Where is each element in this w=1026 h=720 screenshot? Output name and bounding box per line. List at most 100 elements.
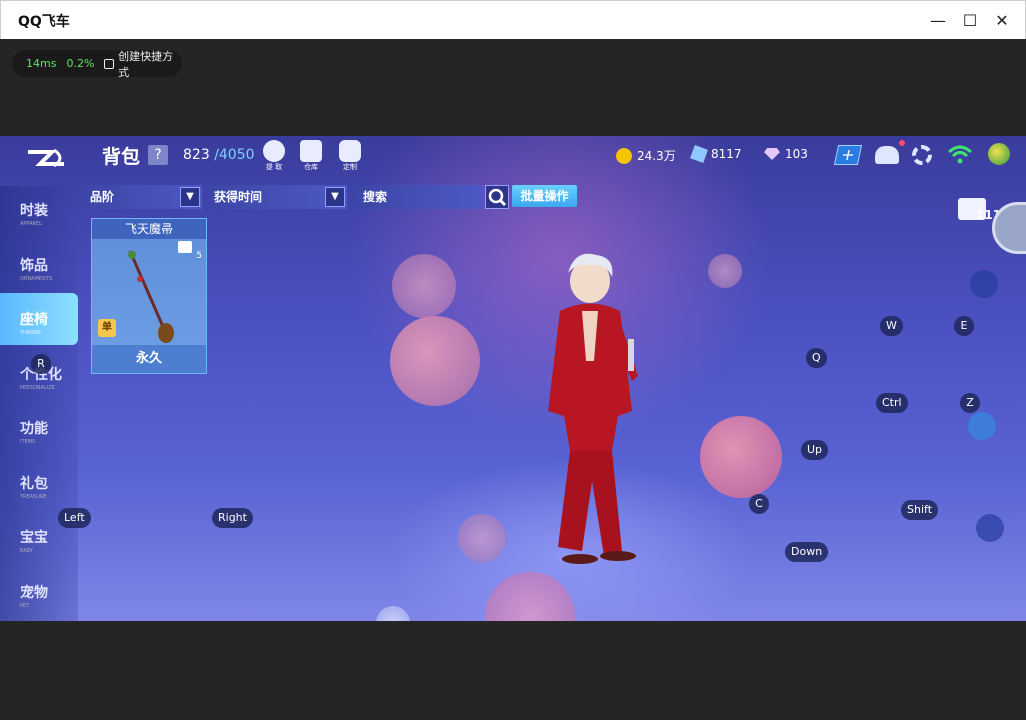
capacity-max: /4050 xyxy=(214,147,255,163)
bg-bubble xyxy=(708,254,742,288)
item-card[interactable]: 飞天魔帚 5 单 永久 xyxy=(91,218,207,374)
help-button[interactable]: ? xyxy=(148,145,168,165)
page-title: 背包 xyxy=(102,146,141,168)
warehouse-button[interactable]: 仓库 xyxy=(297,140,325,172)
coin-icon xyxy=(616,147,632,164)
bottom-letterbox xyxy=(0,621,1026,720)
chevron-down-icon: ▼ xyxy=(180,187,200,207)
extract-label: 提 取 xyxy=(265,163,283,171)
customize-label: 定制 xyxy=(343,163,357,171)
sidebar-item-label: 宠物 xyxy=(20,585,48,601)
search-icon xyxy=(488,188,507,207)
sidebar-item-label: 饰品 xyxy=(20,258,48,274)
item-level: 5 xyxy=(196,251,202,261)
sidebar-item-treasure[interactable]: 礼包 TREASURE xyxy=(20,473,80,500)
coupon-icon xyxy=(690,145,708,163)
batch-operation-button[interactable]: 批量操作 xyxy=(512,185,577,207)
broom-icon xyxy=(128,250,174,343)
key-hint-shift: Shift xyxy=(901,500,939,520)
key-hint-r: R xyxy=(31,354,51,374)
chevron-down-icon: ▼ xyxy=(325,187,345,207)
key-hint-down: Down xyxy=(785,542,829,562)
gear-icon[interactable] xyxy=(912,145,932,165)
key-hint-right: Right xyxy=(212,508,253,528)
sidebar-item-sublabel: THRONE xyxy=(20,330,42,336)
item-name: 飞天魔帚 xyxy=(92,219,206,239)
friends-icon[interactable] xyxy=(875,146,899,164)
sidebar-item-sublabel: PET xyxy=(20,603,30,609)
key-hint-c: C xyxy=(749,494,769,514)
shirt-icon xyxy=(178,241,192,253)
key-hint-z: Z xyxy=(960,393,980,413)
create-shortcut-button[interactable]: 创建快捷方式 xyxy=(104,48,182,80)
bg-bubble xyxy=(392,254,456,318)
effect-button[interactable] xyxy=(968,412,996,440)
window-title: QQ飞车 xyxy=(18,14,70,30)
customize-button[interactable]: 定制 xyxy=(336,140,364,172)
outfit-counter[interactable]: 111 xyxy=(958,196,1001,226)
sidebar-item-throne[interactable]: 座椅 THRONE xyxy=(20,309,80,336)
sidebar-item-items[interactable]: 功能 ITEMS xyxy=(20,418,80,445)
bg-bubble xyxy=(376,606,410,621)
coupons-display: 8117 xyxy=(690,145,742,163)
window-titlebar: QQ飞车 — ☐ ✕ xyxy=(0,0,1026,39)
scene-button[interactable] xyxy=(970,270,998,298)
lightbulb-icon xyxy=(263,140,285,162)
sidebar-item-label: 宝宝 xyxy=(20,530,48,546)
grade-dropdown-label: 品阶 xyxy=(90,190,115,204)
item-duration: 永久 xyxy=(92,345,206,373)
sidebar-item-sublabel: ITEMS xyxy=(20,439,36,445)
sidebar-item-label: 座椅 xyxy=(20,312,48,328)
key-hint-ctrl: Ctrl xyxy=(876,393,908,413)
key-hint-e: E xyxy=(954,316,974,336)
avatar[interactable] xyxy=(988,143,1010,165)
key-hint-left: Left xyxy=(58,508,91,528)
sidebar-item-baby[interactable]: 宝宝 BABY xyxy=(20,527,80,554)
add-currency-button[interactable]: + xyxy=(833,145,863,165)
sidebar-item-pet[interactable]: 宠物 PET xyxy=(20,582,80,609)
capacity-used: 823 xyxy=(183,147,210,163)
grade-dropdown[interactable]: 品阶 ▼ xyxy=(85,185,202,209)
maximize-button[interactable]: ☐ xyxy=(957,7,983,33)
shortcut-icon xyxy=(104,58,115,69)
outfit-button[interactable] xyxy=(976,514,1004,542)
bg-bubble xyxy=(390,316,480,406)
sidebar-item-apparel[interactable]: 时装 APPAREL xyxy=(20,200,80,227)
coins-display: 24.3万 xyxy=(616,147,676,164)
status-pill: 14ms 0.2% 创建快捷方式 xyxy=(12,48,182,80)
game-logo-icon xyxy=(28,148,64,168)
sidebar-item-sublabel: APPAREL xyxy=(20,221,42,227)
minimize-button[interactable]: — xyxy=(925,7,951,33)
key-hint-up: Up xyxy=(801,440,829,460)
sidebar-item-sublabel: BABY xyxy=(20,548,34,554)
coupons-value: 8117 xyxy=(711,147,742,161)
bg-bubble xyxy=(700,416,782,498)
create-shortcut-label: 创建快捷方式 xyxy=(118,49,174,79)
bg-bubble xyxy=(458,514,506,562)
diamonds-value: 103 xyxy=(785,147,808,161)
close-button[interactable]: ✕ xyxy=(989,7,1015,33)
diamond-icon xyxy=(764,148,780,160)
item-level-badge: 5 xyxy=(178,241,202,261)
customize-icon xyxy=(339,140,361,162)
key-hint-q: Q xyxy=(806,348,827,368)
bg-bubble xyxy=(485,572,575,621)
item-tag: 单 xyxy=(98,319,116,337)
game-viewport: 时装 APPAREL 饰品 ORNAMENTS 座椅 THRONE 个性化 PE… xyxy=(0,136,1026,621)
warehouse-icon xyxy=(300,140,322,162)
extract-button[interactable]: 提 取 xyxy=(260,140,288,172)
sidebar-item-sublabel: ORNAMENTS xyxy=(20,276,53,282)
wifi-icon xyxy=(947,145,973,164)
search-button[interactable] xyxy=(485,185,509,209)
search-input[interactable]: 搜索 xyxy=(354,185,484,209)
sidebar-item-ornaments[interactable]: 饰品 ORNAMENTS xyxy=(20,255,80,282)
packet-loss-value: 0.2% xyxy=(66,57,95,70)
time-dropdown[interactable]: 获得时间 ▼ xyxy=(209,185,347,209)
notification-dot xyxy=(899,140,905,146)
coins-value: 24.3万 xyxy=(637,149,676,163)
category-sidebar xyxy=(0,186,78,621)
sidebar-item-label: 时装 xyxy=(20,203,48,219)
character-figure xyxy=(548,253,638,564)
sidebar-item-sublabel: PERSONALIZE xyxy=(20,385,55,391)
sidebar-item-label: 功能 xyxy=(20,421,48,437)
